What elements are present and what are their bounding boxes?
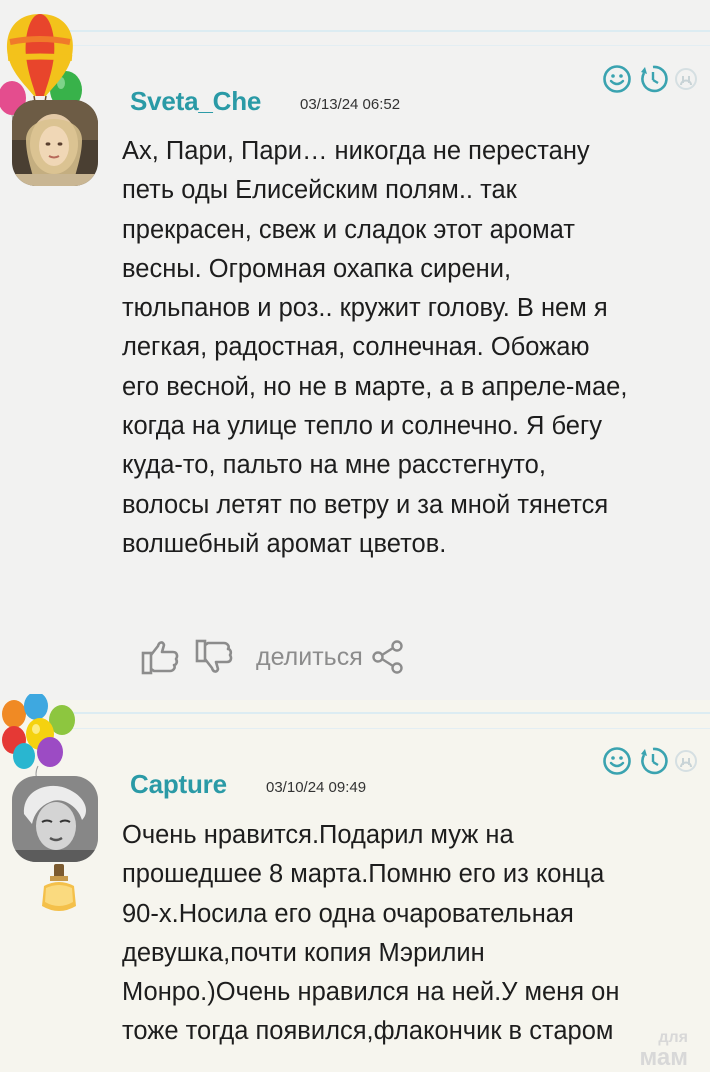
comment-text: Очень нравится.Подарил муж на прошедшее … — [122, 821, 620, 1046]
comment-card: Capture 03/10/24 09:49 Очень нравится.По… — [0, 694, 710, 1072]
user-photo — [12, 776, 98, 862]
user-photo — [12, 100, 98, 186]
comment-username[interactable]: Capture — [130, 769, 227, 800]
smiley-icon[interactable] — [602, 64, 632, 94]
comments-page: Sveta_Che 03/13/24 06:52 Ах, Пари, Пари…… — [0, 0, 710, 1072]
smiley-icon[interactable] — [602, 746, 632, 776]
comment-toolbar — [602, 64, 698, 94]
user-icon[interactable] — [674, 749, 698, 773]
avatar[interactable] — [12, 100, 98, 186]
watermark-line2: мам — [639, 1044, 688, 1071]
share-button[interactable]: делиться — [256, 643, 363, 672]
comment-card: Sveta_Che 03/13/24 06:52 Ах, Пари, Пари…… — [0, 0, 710, 700]
avatar-block[interactable] — [2, 694, 98, 924]
comment-text: Ах, Пари, Пари… никогда не перестану пет… — [122, 137, 628, 558]
avatar-block[interactable] — [0, 12, 98, 187]
watermark-logo: для мам — [639, 1028, 688, 1071]
clock-icon[interactable] — [638, 64, 668, 94]
thumbs-down-icon[interactable] — [194, 638, 234, 676]
perfume-bottle-icon — [42, 864, 76, 911]
comment-username[interactable]: Sveta_Che — [130, 86, 261, 117]
card-divider — [60, 712, 710, 714]
avatar[interactable] — [12, 776, 98, 862]
card-divider — [60, 728, 710, 729]
user-icon[interactable] — [674, 67, 698, 91]
thumbs-up-icon[interactable] — [140, 638, 180, 676]
comment-actions: делиться — [140, 638, 405, 676]
share-icon[interactable] — [371, 639, 405, 675]
comment-date: 03/13/24 06:52 — [300, 96, 401, 113]
clock-icon[interactable] — [638, 746, 668, 776]
card-divider — [60, 30, 710, 32]
comment-toolbar — [602, 746, 698, 776]
balloon-bunch-icon — [2, 694, 75, 783]
card-divider — [60, 45, 710, 46]
comment-date: 03/10/24 09:49 — [266, 779, 367, 796]
